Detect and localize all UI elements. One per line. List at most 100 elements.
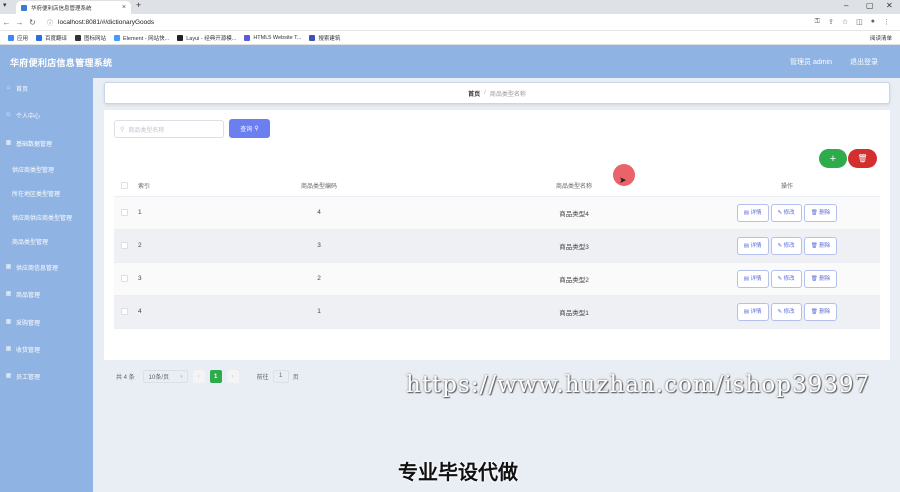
add-button[interactable]: + (819, 149, 847, 168)
pagination: 共 4 条 10条/页 ▾ ‹ 1 › 前往 1 页 (116, 370, 299, 383)
maximize-icon[interactable]: ▢ (866, 1, 874, 10)
sidebar-item-profile[interactable]: ☺ 个人中心 (0, 111, 93, 120)
reading-list-label: 阅读清单 (869, 36, 892, 42)
sidebar-item-purchase[interactable]: ▦ 采购管理 (0, 318, 93, 327)
sidebar-subitem-goods-type[interactable]: 商品类型管理 (12, 237, 48, 246)
search-icon: ⚲ (120, 126, 125, 133)
watermark-url: https://www.huzhan.com/ishop39397 (406, 372, 871, 398)
app-header: 华府便利店信息管理系统 管理员 admin 退出登录 (0, 45, 900, 78)
browser-menu-icon[interactable]: ▾ (3, 1, 7, 9)
minimize-icon[interactable]: – (844, 1, 848, 10)
detail-button[interactable]: ▤ 详情 (736, 269, 769, 288)
delete-label: 删除 (819, 242, 831, 249)
url-field[interactable]: ⓘ localhost:8081/#/dictionaryGoods (47, 18, 815, 27)
sidebar-item-goods[interactable]: ▦ 商品管理 (0, 290, 93, 299)
bookmark-item[interactable]: Layui - 经典开源模... (177, 34, 236, 42)
edit-button[interactable]: ✎ 修改 (770, 203, 802, 222)
sidebar-item-staff[interactable]: ▦ 员工管理 (0, 372, 93, 381)
share-icon[interactable]: ⇪ (828, 18, 834, 26)
table-row: 4 1 商品类型1 ▤ 详情 ✎ 修改 🗑 删除 (114, 295, 880, 329)
bookmark-label: HTML5 Website T... (253, 34, 302, 41)
row-checkbox[interactable] (114, 262, 134, 296)
star-icon[interactable]: ☆ (842, 18, 848, 26)
detail-label: 详情 (750, 242, 762, 249)
close-window-icon[interactable]: ✕ (886, 1, 893, 10)
key-icon[interactable]: ⚿ (815, 18, 820, 26)
video-caption: 专业毕设代做 (398, 462, 518, 484)
tab-close-icon[interactable]: × (122, 4, 126, 11)
edit-button[interactable]: ✎ 修改 (770, 302, 802, 321)
bookmark-item[interactable]: 百度翻译 (36, 34, 67, 42)
search-button-label: 查询 (240, 127, 253, 133)
reload-icon[interactable]: ↻ (26, 18, 39, 27)
sidebar-item-home[interactable]: ⌂ 首页 (0, 84, 93, 93)
prev-page-button[interactable]: ‹ (192, 370, 205, 383)
extensions-icon[interactable]: ◫ (856, 18, 863, 26)
cell-name: 商品类型2 (454, 262, 694, 296)
forward-icon[interactable]: → (13, 18, 26, 27)
bookmark-label: 图标网站 (84, 35, 107, 42)
detail-button[interactable]: ▤ 详情 (736, 236, 769, 255)
more-icon[interactable]: ⋮ (883, 18, 890, 26)
goods-type-table: 索引 商品类型编码 商品类型名称 操作 1 4 商品类型4 ▤ 详情 ✎ 修改 🗑 删除 2… (114, 176, 880, 329)
grid-icon: ▦ (5, 319, 12, 325)
sidebar-subitem-supplier-supply-type[interactable]: 供应商供应商类型管理 (12, 213, 72, 222)
search-input[interactable]: ⚲ 商品类型名称 (114, 120, 224, 138)
select-all-checkbox[interactable] (114, 176, 134, 197)
reading-list-button[interactable]: 阅读清单 (870, 34, 892, 42)
bookmark-label: Element - 网站快... (123, 35, 170, 42)
file-icon: ▤ (743, 275, 751, 282)
breadcrumb-home[interactable]: 首页 (468, 89, 480, 98)
edit-button[interactable]: ✎ 修改 (770, 236, 802, 255)
back-icon[interactable]: ← (0, 18, 13, 27)
bookmark-item[interactable]: 搜索建筑 (309, 34, 340, 42)
goto-page-input[interactable]: 1 (272, 370, 289, 383)
cell-code: 1 (184, 295, 454, 329)
batch-delete-button[interactable]: 🗑 (848, 149, 877, 168)
edit-label: 修改 (783, 242, 795, 249)
cell-name: 商品类型1 (454, 295, 694, 329)
grid-icon: ▦ (5, 291, 12, 297)
browser-tab-bar: ▾ 华府便利店信息管理系统 × + – ▢ ✕ (0, 0, 900, 14)
sidebar-item-label: 商品管理 (16, 293, 41, 299)
bookmark-item[interactable]: HTML5 Website T... (244, 34, 302, 41)
browser-tab[interactable]: 华府便利店信息管理系统 × (16, 1, 131, 14)
delete-label: 删除 (819, 275, 831, 282)
sidebar-subitem-supplier-type[interactable]: 供应商类型管理 (12, 165, 54, 174)
sidebar: ⌂ 首页 ☺ 个人中心 ▦ 基础数据管理 供应商类型管理 所在地区类型管理 供应… (0, 78, 93, 492)
delete-button[interactable]: 🗑 删除 (803, 269, 838, 288)
column-header-index: 索引 (134, 176, 184, 197)
list-panel: ⚲ 商品类型名称 查询 ⚲ + 🗑 索引 商品类型编码 商品类型名称 操作 14… (104, 110, 890, 383)
search-button[interactable]: 查询 ⚲ (229, 119, 270, 138)
detail-label: 详情 (750, 275, 762, 282)
row-checkbox[interactable] (114, 295, 134, 329)
delete-button[interactable]: 🗑 删除 (803, 236, 838, 255)
sidebar-item-receiving[interactable]: ▦ 收货管理 (0, 345, 93, 354)
new-tab-button[interactable]: + (136, 0, 141, 10)
page-number-current[interactable]: 1 (209, 370, 222, 383)
bookmarks-bar: 应用 百度翻译 图标网站 Element - 网站快... Layui - 经典开源模.… (0, 31, 900, 45)
sidebar-subitem-region-type[interactable]: 所在地区类型管理 (12, 189, 60, 198)
logout-link[interactable]: 退出登录 (850, 57, 878, 67)
sidebar-item-base-data[interactable]: ▦ 基础数据管理 (0, 139, 93, 148)
next-page-button[interactable]: › (226, 370, 239, 383)
detail-button[interactable]: ▤ 详情 (736, 203, 769, 222)
site-info-icon[interactable]: ⓘ (47, 18, 53, 27)
edit-label: 修改 (783, 209, 795, 216)
detail-button[interactable]: ▤ 详情 (736, 302, 769, 321)
sidebar-item-label: 采购管理 (16, 321, 41, 327)
delete-button[interactable]: 🗑 删除 (803, 302, 838, 321)
page-size-select[interactable]: 10条/页 ▾ (142, 370, 188, 383)
profile-icon[interactable]: ● (871, 18, 875, 26)
detail-label: 详情 (750, 308, 762, 315)
row-checkbox[interactable] (114, 229, 134, 263)
sidebar-item-supplier-info[interactable]: ▦ 供应商信息管理 (0, 263, 93, 272)
row-checkbox[interactable] (114, 196, 134, 230)
bookmark-item[interactable]: 应用 (8, 34, 28, 42)
bookmark-item[interactable]: Element - 网站快... (114, 34, 169, 42)
sidebar-item-label: 个人中心 (16, 114, 41, 120)
sidebar-item-label: 首页 (16, 87, 29, 93)
delete-button[interactable]: 🗑 删除 (803, 203, 838, 222)
bookmark-item[interactable]: 图标网站 (75, 34, 106, 42)
edit-button[interactable]: ✎ 修改 (770, 269, 802, 288)
